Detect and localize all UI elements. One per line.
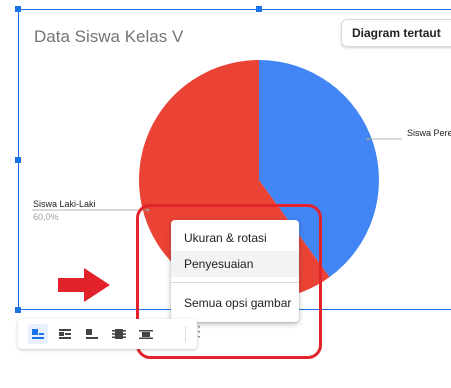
slice-label-perempuan: Siswa Pere: [407, 128, 451, 138]
wrap-text-icon: [59, 329, 71, 339]
slice-label-laki-laki: Siswa Laki-Laki: [33, 199, 96, 209]
slice-percent-laki-laki: 60,0%: [33, 212, 59, 222]
inline-wrap-icon: [32, 329, 44, 339]
behind-text-button[interactable]: [109, 324, 129, 344]
leader-dot-right: [366, 137, 370, 141]
image-options-toolbar: ⋮: [18, 319, 206, 349]
in-front-of-text-icon: [139, 330, 153, 339]
more-options-icon[interactable]: ⋮: [192, 323, 206, 340]
break-text-button[interactable]: [82, 324, 102, 344]
wrap-text-button[interactable]: [55, 324, 75, 344]
inline-wrap-button[interactable]: [28, 324, 48, 344]
linked-chart-label: Diagram tertaut: [352, 26, 441, 40]
chart-title: Data Siswa Kelas V: [34, 27, 184, 46]
toolbar-divider: [185, 326, 186, 342]
behind-text-icon: [112, 329, 126, 339]
red-arrow-annotation: [58, 268, 110, 302]
in-front-of-text-button[interactable]: [136, 324, 156, 344]
break-text-icon: [86, 329, 98, 339]
linked-chart-chip[interactable]: Diagram tertaut ⋮: [341, 19, 451, 47]
